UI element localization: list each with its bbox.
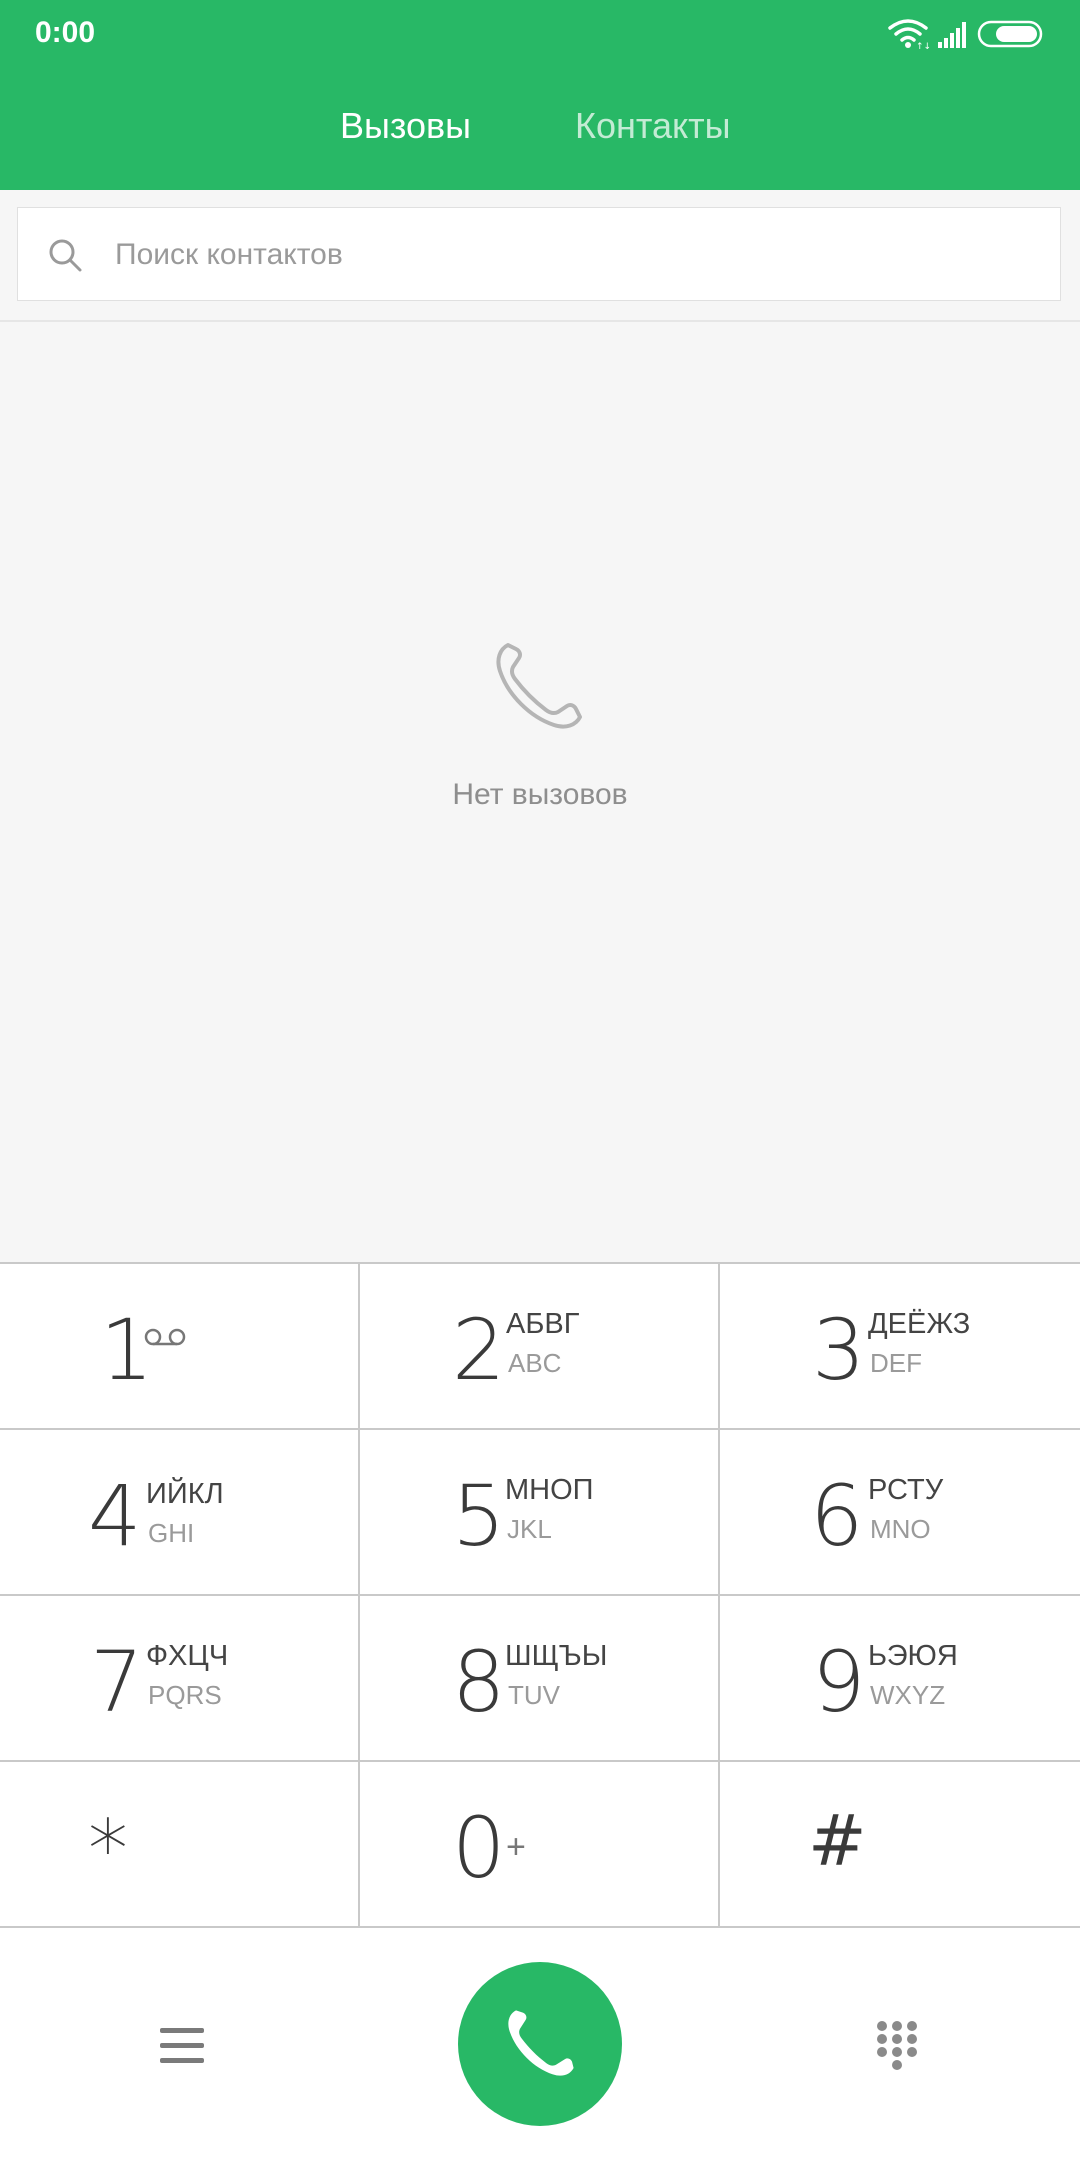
status-icons: ↑↓ [886,16,1046,52]
key-9[interactable]: 9 ЬЭЮЯ WXYZ [720,1596,1080,1762]
search-box[interactable] [17,207,1061,301]
tab-calls[interactable]: Вызовы [340,105,471,147]
dial-keypad: 1 2 АБВГ ABC 3 ДЕЁЖЗ DEF 4 ИЙКЛ GHI 5 МН… [0,1262,1080,1928]
key-latin: GHI [148,1518,195,1548]
key-3[interactable]: 3 ДЕЁЖЗ DEF [720,1264,1080,1430]
key-2[interactable]: 2 АБВГ ABC [360,1264,720,1430]
key-5[interactable]: 5 МНОП JKL [360,1430,720,1596]
battery-icon [977,20,1043,48]
key-1[interactable]: 1 [0,1264,360,1430]
key-digit: 6 [810,1467,864,1565]
key-latin: DEF [870,1348,922,1378]
key-digit: 5 [452,1467,506,1565]
menu-icon[interactable] [160,2026,204,2071]
key-digit: 2 [452,1301,506,1399]
key-hash[interactable]: # [720,1762,1080,1928]
tab-bar: Вызовы Контакты [0,105,1080,155]
key-8[interactable]: 8 ШЩЪЫ TUV [360,1596,720,1762]
key-digit: # [808,1800,867,1882]
call-button[interactable] [458,1962,622,2126]
key-letters: ИЙКЛ [146,1478,224,1510]
call-icon [508,2010,574,2076]
empty-state-text: Нет вызовов [452,778,628,811]
signal-icon [938,22,966,48]
key-latin: TUV [508,1680,560,1710]
key-letters: АБВГ [506,1308,580,1340]
tab-contacts[interactable]: Контакты [575,105,731,147]
key-digit: 0 [452,1799,506,1897]
key-latin: JKL [507,1514,552,1544]
dialpad-icon[interactable] [876,2020,918,2077]
key-letters: ЬЭЮЯ [868,1640,958,1672]
key-digit: 4 [88,1467,142,1565]
key-7[interactable]: 7 ФХЦЧ PQRS [0,1596,360,1762]
key-0[interactable]: 0 + [360,1762,720,1928]
search-bar [0,190,1080,322]
wifi-icon: ↑↓ [888,19,931,52]
bottom-action-bar [0,1928,1080,2160]
call-log-empty: Нет вызовов [0,320,1080,1262]
search-input[interactable] [113,230,1017,280]
phone-icon [490,635,590,740]
key-latin: ABC [508,1348,562,1378]
svg-text:↑↓: ↑↓ [916,42,931,50]
key-digit: 3 [812,1301,866,1399]
key-star[interactable]: * [0,1762,360,1928]
key-plus: + [506,1828,526,1866]
app-header: 0:00 ↑↓ Вызовы Контакты [0,0,1080,190]
key-digit: 8 [452,1633,506,1731]
key-digit: 7 [90,1633,144,1731]
key-letters: РСТУ [868,1474,944,1506]
key-digit: * [88,1803,128,1896]
status-time: 0:00 [35,16,96,49]
voicemail-icon [143,1327,187,1352]
key-4[interactable]: 4 ИЙКЛ GHI [0,1430,360,1596]
key-letters: ШЩЪЫ [505,1640,608,1672]
key-latin: MNO [870,1514,931,1544]
key-latin: PQRS [148,1680,222,1710]
key-letters: ДЕЁЖЗ [868,1308,971,1340]
key-digit: 9 [812,1633,866,1731]
search-icon [46,236,86,281]
key-6[interactable]: 6 РСТУ MNO [720,1430,1080,1596]
key-letters: ФХЦЧ [146,1640,229,1672]
key-latin: WXYZ [870,1680,946,1710]
key-letters: МНОП [505,1474,594,1506]
